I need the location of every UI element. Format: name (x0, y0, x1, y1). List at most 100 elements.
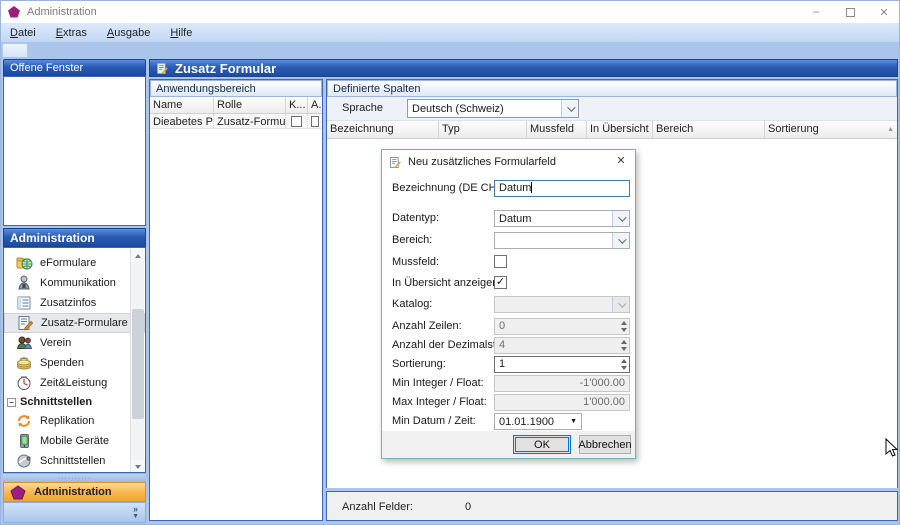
neu-formularfeld-dialog: Neu zusätzliches Formularfeld ✕ Bezeichn… (381, 149, 636, 459)
column-header-sortierung[interactable]: Sortierung ▲ (765, 121, 897, 138)
zusatz-formulare-icon (17, 315, 34, 331)
min-datum-dropdown[interactable]: 01.01.1900 ▼ (494, 413, 582, 430)
sidebar-item-mobile-geraete[interactable]: Mobile Geräte (4, 431, 145, 451)
datentyp-combobox[interactable]: Datum (494, 210, 630, 227)
sidebar-item-label: Zeit&Leistung (40, 377, 107, 389)
katalog-combobox-disabled (494, 296, 630, 313)
chevron-down-icon: ▼ (132, 513, 139, 521)
expand-panel-button[interactable]: » ▼ (132, 505, 139, 521)
k-checkbox[interactable] (291, 116, 302, 127)
kommunikation-icon (16, 275, 33, 291)
sprache-combobox[interactable]: Deutsch (Schweiz) (407, 99, 579, 118)
column-header-rolle[interactable]: Rolle (214, 97, 286, 113)
mussfeld-checkbox[interactable] (494, 255, 507, 268)
row-name-cell: Dieabetes Prot... (150, 114, 214, 128)
sidebar-item-spenden[interactable]: Spenden (4, 353, 145, 373)
close-button[interactable]: ✕ (867, 1, 900, 23)
dialog-close-button[interactable]: ✕ (613, 154, 629, 167)
datentyp-dropdown-button[interactable] (612, 211, 629, 226)
column-header-bereich[interactable]: Bereich (653, 121, 765, 138)
eformulare-icon (16, 255, 33, 271)
menu-datei[interactable]: Datei (7, 26, 39, 40)
application-window: Administration – ✕ Datei Extras Ausgabe … (0, 0, 900, 525)
sortierung-row: Sortierung: 1 (392, 356, 630, 373)
uebersicht-checkbox[interactable]: ✓ (494, 276, 507, 289)
scroll-up-icon (135, 254, 141, 258)
definierte-spalten-caption: Definierte Spalten (327, 80, 897, 97)
column-header-typ[interactable]: Typ (439, 121, 527, 138)
sidebar-scrollbar[interactable] (130, 249, 144, 473)
menu-extras[interactable]: Extras (53, 26, 90, 40)
minimize-icon: – (813, 6, 819, 18)
dialog-title-icon (389, 156, 402, 169)
row-a-cell (308, 114, 322, 128)
mussfeld-label: Mussfeld: (392, 256, 439, 268)
sortierung-spin-arrows[interactable] (621, 359, 627, 370)
menu-hilfe[interactable]: Hilfe (167, 26, 195, 40)
column-header-k[interactable]: K... (286, 97, 308, 113)
ok-button[interactable]: OK (513, 435, 571, 454)
min-integer-label: Min Integer / Float: (392, 377, 484, 389)
katalog-label: Katalog: (392, 298, 432, 310)
sortierung-spinner[interactable]: 1 (494, 356, 630, 373)
column-header-a[interactable]: A... (308, 97, 322, 113)
bereich-combobox[interactable] (494, 232, 630, 249)
bezeichnung-input[interactable]: Datum (494, 180, 630, 197)
scroll-down-button[interactable] (131, 460, 145, 473)
sidebar-item-schnittstellen[interactable]: Schnittstellen (4, 451, 145, 471)
menu-ausgabe[interactable]: Ausgabe (104, 26, 153, 40)
close-icon: ✕ (879, 6, 888, 19)
table-row[interactable]: Dieabetes Prot... Zusatz-Formul... (150, 114, 322, 129)
column-header-mussfeld[interactable]: Mussfeld (527, 121, 587, 138)
chevron-down-icon (618, 299, 626, 307)
zeilen-spinner-disabled: 0 (494, 318, 630, 335)
column-header-uebersicht[interactable]: In Übersicht anz... (587, 121, 653, 138)
app-logo-icon (7, 5, 21, 19)
main-header: Zusatz Formular (149, 59, 898, 77)
bereich-row: Bereich: (392, 232, 630, 249)
sidebar-footer-administration[interactable]: Administration (3, 482, 146, 502)
title-bar: Administration – ✕ (1, 1, 900, 23)
sidebar-item-zeit-leistung[interactable]: Zeit&Leistung (4, 373, 145, 393)
sprache-dropdown-button[interactable] (561, 100, 578, 117)
anzahl-felder-label: Anzahl Felder: (342, 501, 413, 513)
replikation-icon (16, 413, 33, 429)
sidebar-section-schnittstellen[interactable]: − Schnittstellen (4, 393, 145, 411)
schnittstellen-icon (16, 453, 33, 469)
a-checkbox[interactable] (311, 116, 319, 127)
spenden-icon (16, 355, 33, 371)
sidebar-item-kommunikation[interactable]: Kommunikation (4, 273, 145, 293)
sidebar-item-verein[interactable]: Verein (4, 333, 145, 353)
open-windows-list[interactable] (3, 76, 146, 226)
sidebar-item-label: Schnittstellen (40, 455, 105, 467)
sidebar-item-label: Zusatzinfos (40, 297, 96, 309)
sidebar-item-label: Zusatz-Formulare (41, 317, 128, 329)
bereich-dropdown-button[interactable] (612, 233, 629, 248)
menu-bar: Datei Extras Ausgabe Hilfe (1, 23, 900, 43)
row-rolle-cell: Zusatz-Formul... (214, 114, 286, 128)
column-header-bezeichnung[interactable]: Bezeichnung (327, 121, 439, 138)
toolbar-stub (2, 43, 28, 57)
sidebar-splitter[interactable]: ·········· (3, 473, 146, 482)
maximize-button[interactable] (833, 1, 867, 23)
scroll-thumb[interactable] (132, 309, 144, 419)
scroll-up-button[interactable] (131, 249, 145, 262)
sidebar-item-label: Replikation (40, 415, 94, 427)
minimize-button[interactable]: – (799, 1, 833, 23)
sidebar-item-eformulare[interactable]: eFormulare (4, 253, 145, 273)
mussfeld-row: Mussfeld: (392, 254, 630, 271)
sortierung-label: Sortierung (768, 123, 819, 136)
cancel-button[interactable]: Abbrechen (579, 435, 631, 454)
sidebar-item-replikation[interactable]: Replikation (4, 411, 145, 431)
dezimalstellen-row: Anzahl der Dezimalstellen: 4 (392, 337, 630, 354)
admin-nav-header: Administration (3, 228, 146, 247)
sidebar-item-zusatzinfos[interactable]: Zusatzinfos (4, 293, 145, 313)
katalog-dropdown-button (612, 297, 629, 312)
anwendungsbereich-column-headers: Name Rolle K... A... (150, 97, 322, 114)
dialog-body: Bezeichnung (DE CH) Datum Datentyp: Datu… (382, 174, 635, 432)
sidebar-item-zusatz-formulare[interactable]: Zusatz-Formulare (4, 313, 145, 333)
text-caret (531, 182, 532, 193)
open-windows-title: Offene Fenster (10, 62, 83, 74)
column-header-name[interactable]: Name (150, 97, 214, 113)
collapse-minus-icon[interactable]: − (7, 398, 16, 407)
